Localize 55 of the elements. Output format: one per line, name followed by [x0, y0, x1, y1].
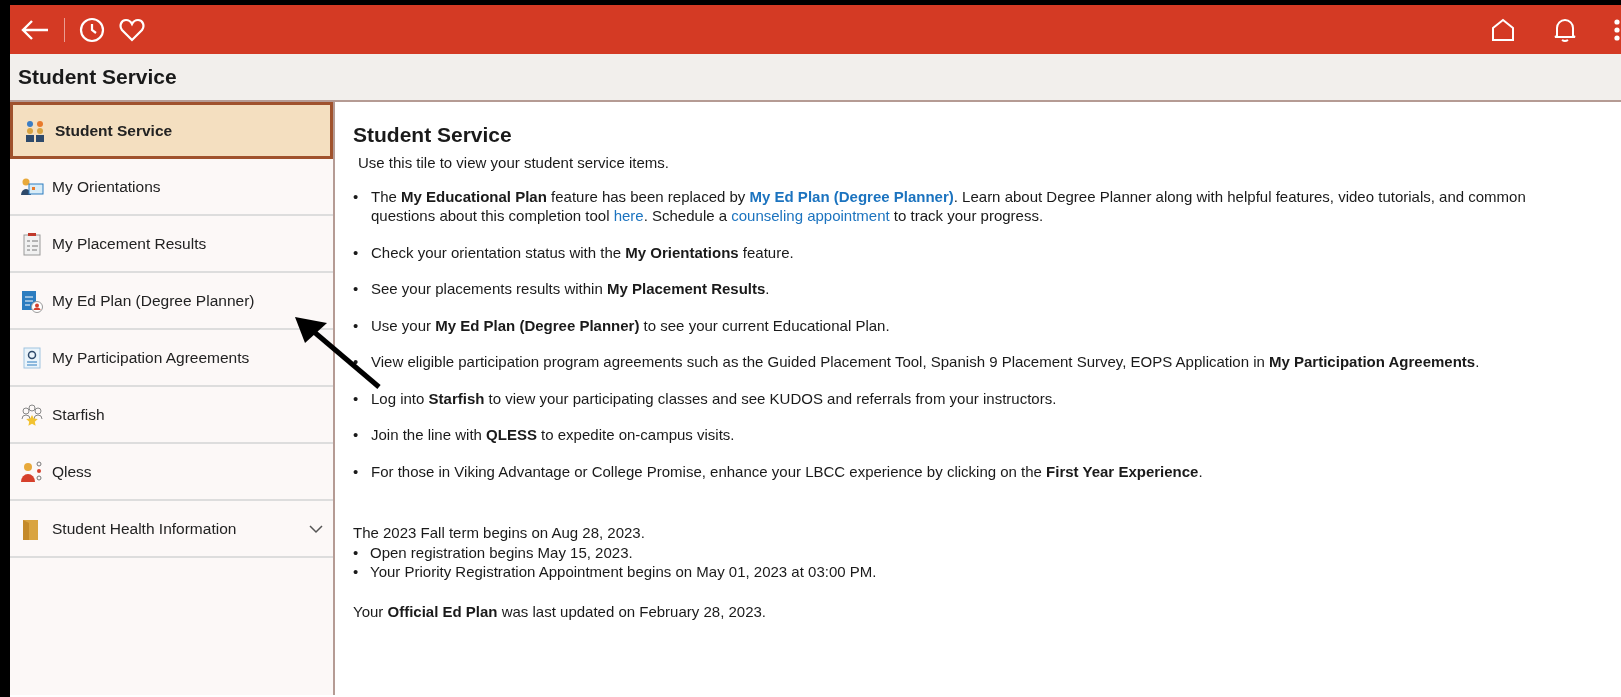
- bullet-text: Join the line with QLESS to expedite on-campus visits.: [371, 425, 735, 445]
- sidebar-item-label: Student Service: [55, 120, 174, 141]
- heart-icon[interactable]: [119, 17, 145, 42]
- sidebar-item-label: Qless: [52, 461, 93, 482]
- sidebar-item[interactable]: Student Health Information: [10, 501, 333, 558]
- bullet-marker: •: [353, 425, 360, 445]
- sidebar-item-label: My Placement Results: [52, 233, 208, 254]
- bullet-marker: •: [353, 186, 360, 207]
- term-note: The 2023 Fall term begins on Aug 28, 2023.: [353, 523, 646, 543]
- date-item: Your Priority Registration Appointment begins on May 01, 2023 at 03:00 PM.: [370, 562, 877, 582]
- bullet-marker: •: [353, 352, 360, 372]
- link[interactable]: My Ed Plan (Degree Planner): [749, 187, 954, 205]
- clipboard-icon: [20, 231, 44, 256]
- document-person-icon: [20, 288, 44, 313]
- bell-icon[interactable]: [1553, 16, 1577, 43]
- page-title: Student Service: [18, 64, 177, 90]
- bullet-marker: •: [353, 461, 360, 482]
- people-icon: [23, 118, 47, 143]
- sidebar-item[interactable]: Qless: [10, 444, 333, 501]
- sidebar-item[interactable]: My Placement Results: [10, 216, 333, 273]
- bullet-text: Use your My Ed Plan (Degree Planner) to see your current Educational Plan.: [371, 315, 890, 336]
- person-queue-icon: [20, 459, 44, 484]
- date-item: Open registration begins May 15, 2023.: [370, 542, 633, 563]
- chevron-down-icon[interactable]: [309, 523, 323, 534]
- sidebar-item-label: My Participation Agreements: [52, 347, 251, 368]
- sidebar-item[interactable]: Student Service: [10, 102, 333, 159]
- link[interactable]: here: [613, 207, 644, 225]
- bullet-text: Check your orientation status with the My Orientations feature.: [371, 242, 794, 263]
- ed-plan-note: Your Official Ed Plan was last updated on February 28, 2023.: [353, 601, 768, 622]
- bullet-text: For those in Viking Advantage or College Promise, enhance your LBCC experience by clicking on the First Year Experience.: [371, 461, 1203, 482]
- bullet-marker: •: [353, 388, 360, 409]
- more-icon[interactable]: [1613, 17, 1621, 42]
- bullet-marker: •: [353, 242, 360, 263]
- sidebar-item-label: Student Health Information: [52, 518, 238, 539]
- sidebar-item-label: My Ed Plan (Degree Planner): [52, 290, 256, 311]
- home-icon[interactable]: [1491, 17, 1515, 42]
- bullet-text: See your placements results within My Placement Results.: [371, 279, 770, 299]
- bullet-marker: •: [353, 542, 360, 563]
- sidebar-item[interactable]: Starfish: [10, 387, 333, 444]
- sidebar-item[interactable]: My Orientations: [10, 159, 333, 216]
- bullet-marker: •: [353, 562, 360, 582]
- bullet-text: Log into Starfish to view your participating classes and see KUDOS and referrals from your instructors.: [371, 388, 1057, 409]
- intro-text: Use this tile to view your student service items.: [357, 153, 670, 173]
- agreement-document-icon: [20, 345, 44, 370]
- content-title: Student Service: [353, 122, 513, 148]
- bullet-marker: •: [353, 315, 360, 336]
- sidebar-item-label: My Orientations: [52, 176, 162, 197]
- bullet-text: The My Educational Plan feature has been replaced by My Ed Plan (Degree Planner). Learn about Degree Planner along with helpful features, video tutorials, and common questions about this completion tool here. Schedule a counseling appointment to track your progress.: [371, 186, 1527, 226]
- link[interactable]: counseling appointment: [731, 207, 890, 225]
- people-star-icon: [20, 402, 44, 427]
- bullet-marker: •: [353, 279, 360, 299]
- bullet-text: View eligible participation program agreements such as the Guided Placement Tool, Spanish 9 Placement Survey, EOPS Application in My Participation Agreements.: [371, 352, 1480, 372]
- sidebar-item-label: Starfish: [52, 404, 106, 425]
- clock-icon[interactable]: [79, 16, 105, 43]
- back-icon[interactable]: [20, 18, 50, 41]
